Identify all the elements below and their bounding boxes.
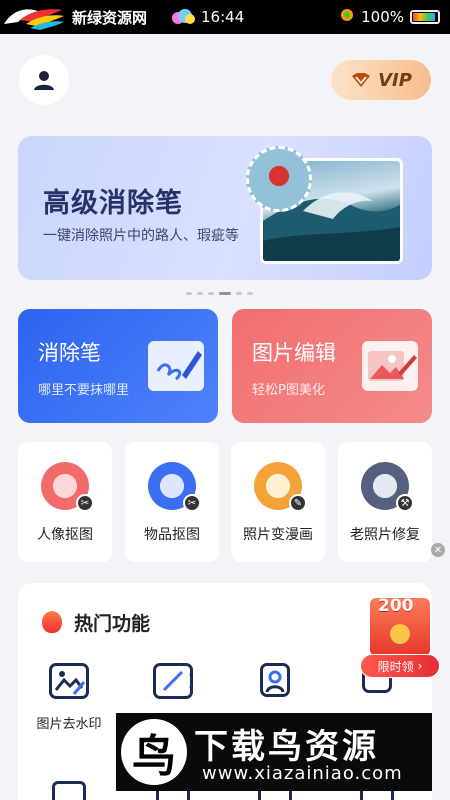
tool-portrait-cutout[interactable]: ✂ 人像抠图 [18,442,112,562]
flame-icon [42,611,62,633]
watermark-title: 下载鸟资源 [194,727,379,767]
wrench-icon: ⚒ [396,494,414,512]
tool-label: 照片变漫画 [243,527,313,543]
user-avatar-button[interactable] [19,55,69,105]
remove-video-watermark-icon [153,663,193,699]
promo-banner[interactable]: 高级消除笔 一键消除照片中的路人、瑕疵等 [18,136,432,280]
tool-object-cutout[interactable]: ✂ 物品抠图 [125,442,219,562]
watermark-url: www.xiazainiao.com [202,763,403,784]
id-photo-icon [260,663,290,697]
vip-crown-icon [352,73,371,87]
banner-subtitle: 一键消除照片中的路人、瑕疵等 [43,228,239,244]
brand-logo-icon [0,0,66,34]
vip-label: VIP [378,69,412,91]
tool-label: 人像抠图 [37,527,93,543]
photo-edit-card[interactable]: 图片编辑 轻松P图美化 [232,309,432,423]
magic-wand-icon: ✎ [289,494,307,512]
bird-logo-icon: 鸟 [121,719,187,785]
eraser-card-subtitle: 哪里不要抹哪里 [38,383,130,398]
weather-icon: 16:44 [169,7,244,27]
eraser-pen-icon [148,341,204,391]
feature-label: 图片去水印 [36,717,102,732]
remove-watermark-icon [49,663,89,699]
eraser-highlight-icon [246,146,312,212]
banner-pagination [186,292,253,295]
tool-photo-to-cartoon[interactable]: ✎ 照片变漫画 [231,442,325,562]
user-icon [34,71,54,90]
feature-remove-watermark[interactable]: 图片去水印 [34,663,104,732]
signal-icon [339,7,355,27]
chevron-right-icon: › [417,659,423,673]
eraser-card[interactable]: 消除笔 哪里不要抹哪里 [18,309,218,423]
scissors-icon: ✂ [183,494,201,512]
status-battery-text: 100% [361,8,404,26]
status-bar: 新绿资源网 16:44 100% [0,0,450,34]
promo-claim-button[interactable]: 限时领 › [360,654,440,678]
coin-icon [390,624,410,644]
tool-old-photo-restore[interactable]: ⚒ 老照片修复 [338,442,432,562]
video-feature-icon[interactable] [52,781,86,800]
vip-button[interactable]: VIP [331,60,431,100]
red-packet-promo[interactable]: 200 限时领 › [352,588,440,680]
tool-label: 老照片修复 [350,527,420,543]
scissors-icon: ✂ [76,494,94,512]
eraser-card-title: 消除笔 [38,341,101,365]
status-brand-text: 新绿资源网 [72,8,148,27]
battery-icon [410,10,440,24]
hot-features-title: 热门功能 [74,613,151,635]
promo-amount: 200 [378,596,414,616]
photo-edit-card-subtitle: 轻松P图美化 [252,383,325,398]
status-time: 16:44 [201,8,245,26]
photo-edit-card-title: 图片编辑 [252,341,336,365]
tool-label: 物品抠图 [144,527,200,543]
promo-label: 限时领 [377,659,414,674]
banner-title: 高级消除笔 [43,188,183,219]
image-edit-icon [362,341,418,391]
feature-id-photo[interactable] [240,663,310,711]
feature-remove-video-watermark[interactable] [138,663,208,713]
close-icon[interactable]: ✕ [431,543,445,557]
watermark-overlay: 鸟 下载鸟资源 www.xiazainiao.com [116,713,432,791]
